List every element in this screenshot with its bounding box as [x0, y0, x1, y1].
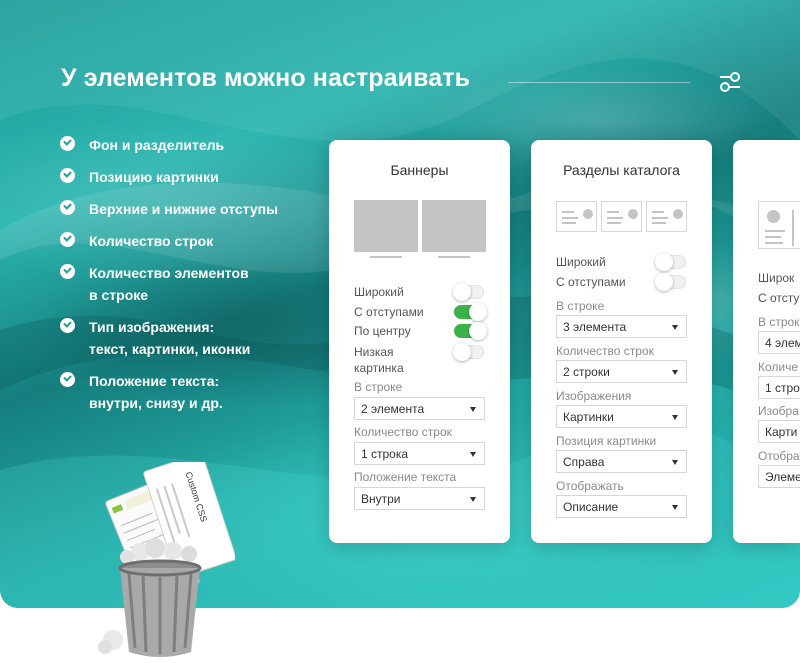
field-label: Отобра [758, 449, 800, 463]
toggle-row-wide: Широкий [556, 255, 606, 269]
check-circle-icon [60, 136, 75, 151]
check-circle-icon [60, 318, 75, 333]
field-label: Количество строк [556, 344, 654, 358]
field-label: Изобра [758, 404, 799, 418]
catalog-sections-panel: Разделы каталога Широкий С отступами В с… [531, 140, 712, 543]
feature-item: Положение текста: внутри, снизу и др. [60, 370, 278, 414]
feature-item: Верхние и нижние отступы [60, 198, 278, 220]
center-toggle[interactable] [454, 322, 487, 340]
wide-toggle[interactable] [453, 283, 484, 301]
images-select[interactable]: Карти [758, 420, 800, 443]
chevron-down-icon [470, 497, 476, 502]
per-row-select[interactable]: 4 элем [758, 331, 800, 354]
check-circle-icon [60, 168, 75, 183]
panel-title: Баннеры [390, 162, 449, 178]
field-label: Отображать [556, 479, 624, 493]
rows-count-select[interactable]: 1 строка [354, 442, 485, 465]
check-circle-icon [60, 200, 75, 215]
banner-stand [438, 256, 470, 258]
padding-toggle[interactable] [454, 303, 487, 321]
toggle-row-center: По центру [354, 324, 411, 338]
wide-toggle[interactable] [655, 253, 686, 271]
panel-title: Разделы каталога [563, 162, 680, 178]
feature-item: Тип изображения: текст, картинки, иконки [60, 316, 278, 360]
banner-preview-1[interactable] [354, 200, 418, 252]
banner-preview-2[interactable] [422, 200, 486, 252]
banners-panel: Баннеры Широкий С отступами По центру Ни… [329, 140, 510, 543]
rows-count-select[interactable]: 2 строки [556, 360, 687, 383]
per-row-select[interactable]: 3 элемента [556, 315, 687, 338]
toggle-row-wide: Широкий [354, 285, 404, 299]
chevron-down-icon [672, 460, 678, 465]
text-position-select[interactable]: Внутри [354, 487, 485, 510]
check-circle-icon [60, 232, 75, 247]
low-image-toggle[interactable] [453, 343, 484, 361]
field-label: Позиция картинки [556, 434, 657, 448]
layout-preview-2[interactable] [601, 201, 642, 232]
check-circle-icon [60, 264, 75, 279]
layout-preview-3[interactable] [646, 201, 687, 232]
per-row-select[interactable]: 2 элемента [354, 397, 485, 420]
rows-count-select[interactable]: 1 строк [758, 376, 800, 399]
field-label: Количе [758, 360, 799, 374]
field-label: В строк [758, 315, 800, 329]
image-position-select[interactable]: Справа [556, 450, 687, 473]
settings-sliders-icon[interactable] [716, 68, 744, 96]
check-circle-icon [60, 372, 75, 387]
field-label: В строке [354, 380, 403, 394]
title-divider [508, 82, 690, 83]
banner-stand [370, 256, 402, 258]
feature-item: Количество строк [60, 230, 278, 252]
layout-preview[interactable] [758, 201, 800, 249]
toggle-row-padding: С отступами [556, 275, 626, 289]
feature-item: Фон и разделитель [60, 134, 278, 156]
chevron-down-icon [672, 325, 678, 330]
field-label: Количество строк [354, 425, 452, 439]
field-label: Изображения [556, 389, 632, 403]
field-label: Положение текста [354, 470, 457, 484]
field-label: В строке [556, 299, 605, 313]
chevron-down-icon [470, 452, 476, 457]
feature-item: Количество элементов в строке [60, 262, 278, 306]
feature-item: Позицию картинки [60, 166, 278, 188]
images-select[interactable]: Картинки [556, 405, 687, 428]
toggle-row-padding: С отступами [354, 305, 424, 319]
chevron-down-icon [470, 407, 476, 412]
chevron-down-icon [672, 370, 678, 375]
third-panel: Широк С отсту В строк 4 элем Количе 1 ст… [733, 140, 800, 543]
chevron-down-icon [672, 415, 678, 420]
toggle-row-low-image: Низкая картинка [354, 345, 404, 375]
trash-can-illustration: Custom CSS [98, 462, 235, 657]
page-title: У элементов можно настраивать [61, 64, 471, 92]
feature-list: Фон и разделитель Позицию картинки Верхн… [60, 134, 278, 424]
display-select[interactable]: Описание [556, 495, 687, 518]
display-select[interactable]: Элеме [758, 465, 800, 488]
padding-toggle[interactable] [655, 273, 686, 291]
layout-preview-1[interactable] [556, 201, 597, 232]
chevron-down-icon [672, 505, 678, 510]
